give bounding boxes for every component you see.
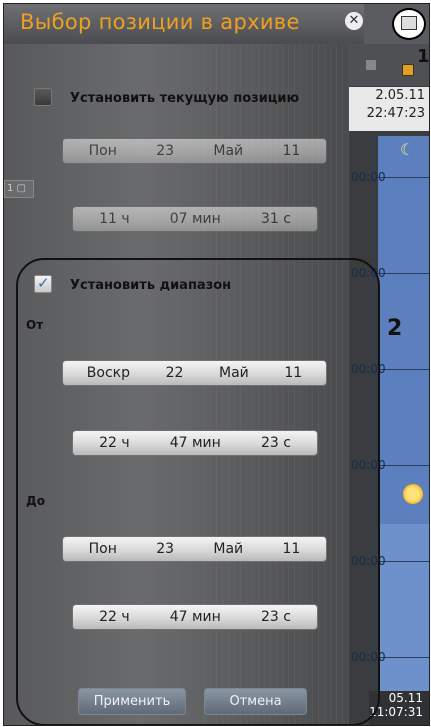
close-icon[interactable]: ✕ (345, 12, 363, 30)
callout-1: 1 (417, 46, 430, 67)
current-hours[interactable]: 11 ч (99, 211, 130, 227)
cancel-button[interactable]: Отмена (204, 688, 307, 715)
current-month[interactable]: Май (213, 143, 243, 159)
sun-icon (403, 484, 423, 504)
current-year[interactable]: 11 (282, 143, 300, 159)
calendar-icon (401, 16, 417, 30)
timeline-top-date: 2.05.11 22:47:23 (345, 87, 429, 131)
current-weekday[interactable]: Пон (89, 143, 117, 159)
set-current-position-checkbox[interactable] (34, 88, 52, 106)
top-time: 22:47:23 (366, 106, 425, 121)
current-minutes[interactable]: 07 мин (170, 211, 221, 227)
current-date-field[interactable]: Пон 23 Май 11 (62, 138, 327, 164)
archive-window: ☾ 2 00:00 00:00 00:00 00:00 00:00 00:00 … (3, 3, 430, 726)
moon-icon: ☾ (400, 140, 415, 159)
set-current-position-label: Установить текущую позицию (70, 91, 300, 106)
marker-icon[interactable] (402, 64, 414, 76)
current-time-field[interactable]: 11 ч 07 мин 31 с (72, 206, 318, 232)
side-stepper[interactable]: 1 ▢ (4, 180, 34, 198)
calendar-button[interactable] (392, 8, 426, 40)
callout-2: 2 (387, 316, 403, 341)
top-date: 2.05.11 (375, 88, 425, 103)
current-day[interactable]: 23 (156, 143, 174, 159)
dialog-title: Выбор позиции в архиве (20, 10, 300, 34)
title-bar: Выбор позиции в архиве ✕ (4, 4, 429, 44)
apply-button[interactable]: Применить (78, 688, 186, 715)
skip-icon (366, 60, 376, 70)
timeline-mark: 00:00 (351, 170, 386, 184)
range-highlight-outline (16, 258, 380, 725)
current-seconds[interactable]: 31 с (261, 211, 291, 227)
